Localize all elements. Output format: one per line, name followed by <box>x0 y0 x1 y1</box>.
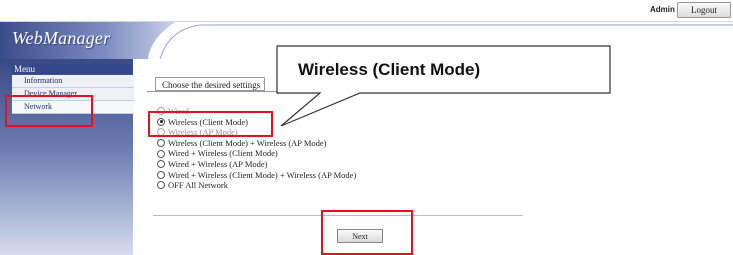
banner: WebManager <box>0 22 733 59</box>
radio-icon[interactable] <box>157 181 165 190</box>
callout-text: Wireless (Client Mode) <box>298 60 481 79</box>
highlight-network <box>5 95 93 127</box>
option-off-all-network[interactable]: OFF All Network <box>157 180 356 191</box>
option-wired-wireless-ap[interactable]: Wired + Wireless (AP Mode) <box>157 159 356 170</box>
option-label: Wired + Wireless (Client Mode) + Wireles… <box>168 169 357 180</box>
option-label: OFF All Network <box>168 180 228 191</box>
radio-icon[interactable] <box>157 160 165 169</box>
highlight-next-button <box>321 210 413 255</box>
radio-icon[interactable] <box>157 149 165 158</box>
option-label: Wireless (Client Mode) + Wireless (AP Mo… <box>168 137 327 148</box>
top-bar: Admin Logout <box>0 0 733 22</box>
radio-icon[interactable] <box>157 170 165 179</box>
logout-button[interactable]: Logout <box>677 2 731 18</box>
option-wireless-client-ap[interactable]: Wireless (Client Mode) + Wireless (AP Mo… <box>157 138 356 149</box>
sidebar-item-information[interactable]: Information <box>12 75 134 88</box>
option-label: Wired + Wireless (AP Mode) <box>168 158 268 169</box>
radio-icon[interactable] <box>157 139 165 148</box>
admin-label: Admin <box>650 5 675 14</box>
webmanager-logo: WebManager <box>12 28 111 48</box>
tab-divider <box>147 91 525 92</box>
tab-choose-settings[interactable]: Choose the desired settings <box>155 77 265 91</box>
highlight-wireless-client-option <box>148 111 273 137</box>
option-label: Wired + Wireless (Client Mode) <box>168 148 278 159</box>
option-wired-wireless-client-ap[interactable]: Wired + Wireless (Client Mode) + Wireles… <box>157 170 356 181</box>
menu-title: Menu <box>12 64 132 74</box>
option-wired-wireless-client[interactable]: Wired + Wireless (Client Mode) <box>157 148 356 159</box>
